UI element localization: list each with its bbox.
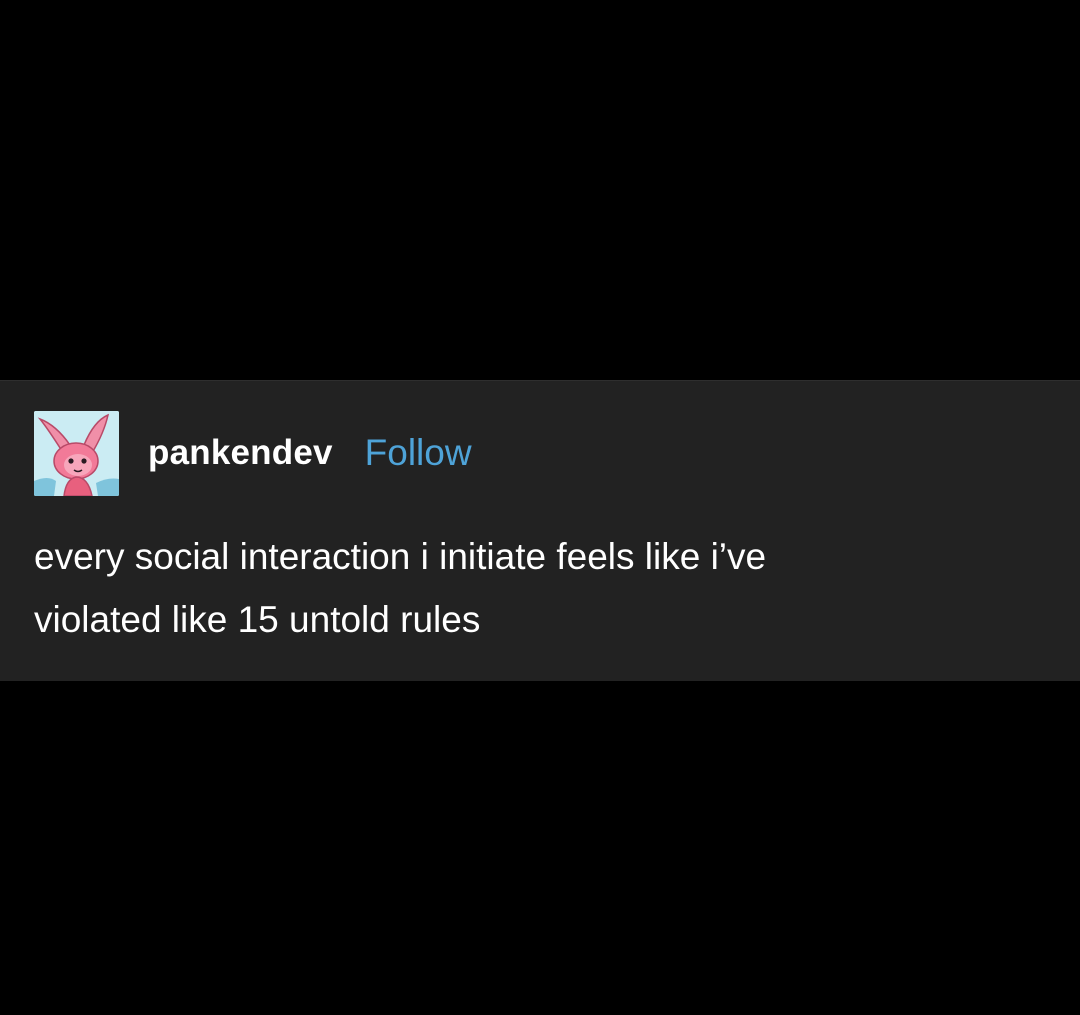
rabbit-avatar-icon [34, 410, 119, 496]
post-text-line-2: violated like 15 untold rules [34, 599, 481, 640]
page: pankendev Follow every social interactio… [0, 0, 1080, 1015]
post-text-line-1: every social interaction i initiate feel… [34, 536, 767, 577]
post-text: every social interaction i initiate feel… [34, 525, 1034, 651]
avatar[interactable] [34, 410, 119, 496]
post-header: pankendev Follow [34, 409, 472, 497]
follow-button[interactable]: Follow [365, 432, 472, 474]
post-card: pankendev Follow every social interactio… [0, 380, 1080, 681]
username-link[interactable]: pankendev [148, 433, 333, 473]
